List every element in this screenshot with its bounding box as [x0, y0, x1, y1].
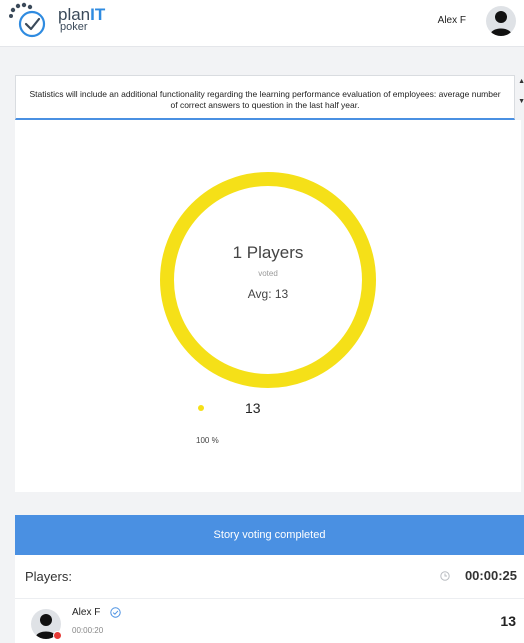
voting-status-bar: Story voting completed	[15, 515, 524, 555]
voted-check-icon	[110, 607, 121, 618]
player-row: Alex F 00:00:20 13	[15, 599, 524, 643]
donut-segment-13	[160, 172, 376, 388]
story-text: Statistics will include an additional fu…	[29, 89, 501, 110]
clock-icon	[440, 571, 450, 581]
scroll-down-arrow-icon[interactable]: ▼	[518, 98, 524, 105]
player-vote-value: 13	[500, 613, 516, 629]
logo-poker-text: poker	[60, 21, 88, 33]
results-card: 1 Players voted Avg: 13 13 100 %	[15, 120, 521, 492]
players-header: Players: 00:00:25	[15, 555, 524, 599]
players-count: 1 Players	[232, 243, 304, 262]
planit-poker-logo[interactable]: planIT poker	[8, 2, 128, 42]
story-description[interactable]: Statistics will include an additional fu…	[15, 75, 524, 120]
scroll-up-arrow-icon[interactable]: ▲	[518, 78, 524, 85]
voted-label: voted	[258, 269, 278, 278]
user-name[interactable]: Alex F	[438, 15, 466, 26]
votes-donut-chart	[160, 172, 376, 388]
logo-it-text: IT	[90, 5, 106, 24]
legend-percent: 100 %	[196, 436, 219, 445]
user-silhouette-icon	[490, 11, 512, 36]
offline-status-dot	[53, 631, 62, 640]
legend-color-dot	[198, 405, 204, 411]
stopwatch-logo-icon	[9, 2, 46, 38]
user-avatar[interactable]	[486, 6, 516, 36]
player-vote-time: 00:00:20	[72, 626, 104, 635]
player-name: Alex F	[72, 607, 101, 618]
players-label: Players:	[25, 569, 72, 584]
top-bar: planIT poker Alex F	[0, 0, 524, 47]
legend-value: 13	[245, 400, 261, 416]
average-value: Avg: 13	[247, 287, 289, 301]
session-timer: 00:00:25	[464, 568, 517, 583]
